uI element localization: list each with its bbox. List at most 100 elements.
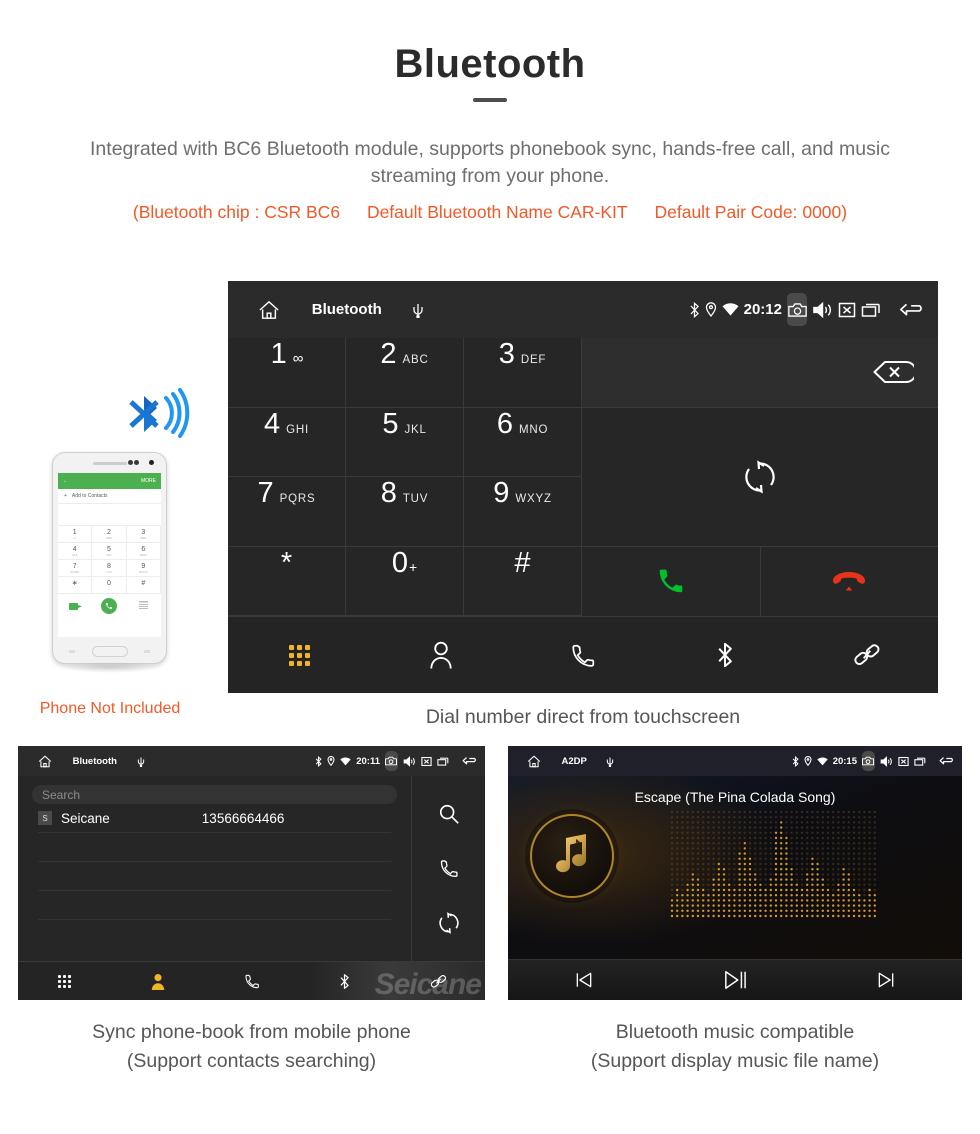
search-input[interactable]: Search [32,785,397,804]
page-title: Bluetooth [394,42,586,86]
key-letters: GHI [286,423,309,436]
head-unit-music-screen: A2DP 20:15 Escape (The Pina Colada Song) [508,746,962,1000]
phone-app-header: ← MORE [58,473,161,489]
recents-icon[interactable] [914,756,926,767]
camera-icon[interactable] [862,751,875,771]
phone-key-letters [143,587,144,591]
status-icons: 20:12 [684,293,938,326]
previous-icon [574,970,594,990]
key-2[interactable]: 2 ABC [346,338,464,408]
phone-key: 1 ∞ [58,526,93,543]
album-art-placeholder [530,814,614,898]
sync-button[interactable] [582,408,938,547]
phone-key: 8 TUV [92,560,127,577]
tab-bluetooth[interactable] [298,973,391,990]
link-icon [854,644,880,666]
phone-more-label: MORE [141,478,156,484]
camera-icon[interactable] [385,751,398,771]
tab-contacts[interactable] [111,973,204,990]
key-1[interactable]: 1 ∞ [228,338,346,408]
title-divider [473,98,507,102]
screen-title: A2DP [561,755,587,767]
phone-key-digit: 2 [107,528,111,536]
head-unit-phonebook-screen: Bluetooth 20:11 Search S Seicane 1356666… [18,746,485,1000]
phone-key-letters: ∞ [73,535,76,540]
phone-sensor-dot [128,460,133,465]
phonebook-caption: Sync phone-book from mobile phone (Suppo… [18,1018,485,1076]
phone-number-field [58,504,161,526]
previous-button[interactable] [508,970,659,990]
back-icon[interactable] [939,755,956,767]
main-caption: Dial number direct from touchscreen [425,706,741,728]
tab-bluetooth[interactable] [654,641,796,669]
phone-key-letters: WXYZ [138,569,148,574]
close-box-icon[interactable] [838,301,856,319]
key-digit: 1 [270,338,287,370]
call-icon [656,566,686,596]
phone-keypad-toggle-icon [127,594,161,618]
key-digit: 9 [493,477,510,509]
key-hash[interactable]: # [464,546,582,616]
key-0[interactable]: 0 + [346,546,464,616]
back-icon[interactable] [462,755,479,767]
recents-icon[interactable] [437,756,449,767]
clock: 20:12 [743,301,782,318]
bluetooth-signal-graphic [122,388,197,446]
location-icon [804,756,812,766]
status-bar: A2DP 20:15 [508,746,962,776]
contact-number: 13566664466 [201,810,285,826]
key-5[interactable]: 5 JKL [346,407,464,477]
recents-icon[interactable] [861,301,881,319]
sync-icon[interactable] [438,912,460,935]
spec-name: Default Bluetooth Name CAR-KIT [366,202,628,222]
hangup-button[interactable] [761,547,939,617]
key-6[interactable]: 6 MNO [464,407,582,477]
key-letters: DEF [520,354,547,366]
equalizer-visualizer [668,808,883,920]
tab-call-log[interactable] [205,973,298,989]
close-box-icon[interactable] [898,756,909,767]
key-digit: # [514,546,531,579]
key-3[interactable]: 3 DEF [464,338,582,408]
volume-icon[interactable] [403,755,416,767]
phone-front-camera [149,460,154,465]
tab-keypad[interactable] [18,974,111,988]
volume-icon[interactable] [880,755,893,767]
key-8[interactable]: 8 TUV [346,477,464,547]
tab-link[interactable] [392,973,485,990]
phone-screen: ← MORE + Add to Contacts 1 ∞ 2 ABC 3 DEF 4 GHI 5… [58,473,161,637]
location-icon [705,302,717,317]
volume-icon[interactable] [812,301,833,319]
contact-name: Seicane [61,810,110,826]
home-icon[interactable] [38,755,52,768]
tab-keypad[interactable] [228,644,370,666]
clock: 20:15 [832,755,857,767]
home-icon[interactable] [527,755,541,768]
backspace-button[interactable] [582,338,938,408]
key-4[interactable]: 4 GHI [228,407,346,477]
tab-call-log[interactable] [512,642,654,668]
status-bar: Bluetooth 20:11 [18,746,485,776]
back-icon[interactable] [899,300,927,320]
key-7[interactable]: 7 PQRS [228,477,346,547]
phone-add-to-contacts: + Add to Contacts [58,489,161,504]
backspace-icon [872,359,914,385]
close-box-icon[interactable] [421,756,432,767]
call-button[interactable] [582,546,761,616]
music-caption: Bluetooth music compatible (Support disp… [508,1018,962,1076]
key-9[interactable]: 9 WXYZ [464,477,582,547]
key-letters: JKL [404,423,427,436]
key-letters: TUV [402,493,429,505]
contact-row[interactable]: S Seicane 13566664466 [38,804,391,833]
home-icon[interactable] [258,300,280,320]
camera-icon[interactable] [787,293,808,326]
play-pause-button[interactable] [659,969,810,991]
call-action-row [582,546,939,617]
key-star[interactable]: * [228,546,346,616]
next-button[interactable] [811,970,962,990]
bluetooth-icon [315,755,322,767]
search-icon[interactable] [438,803,460,825]
phone-icon[interactable] [439,858,459,878]
tab-link[interactable] [796,641,938,669]
tab-contacts[interactable] [370,641,512,669]
